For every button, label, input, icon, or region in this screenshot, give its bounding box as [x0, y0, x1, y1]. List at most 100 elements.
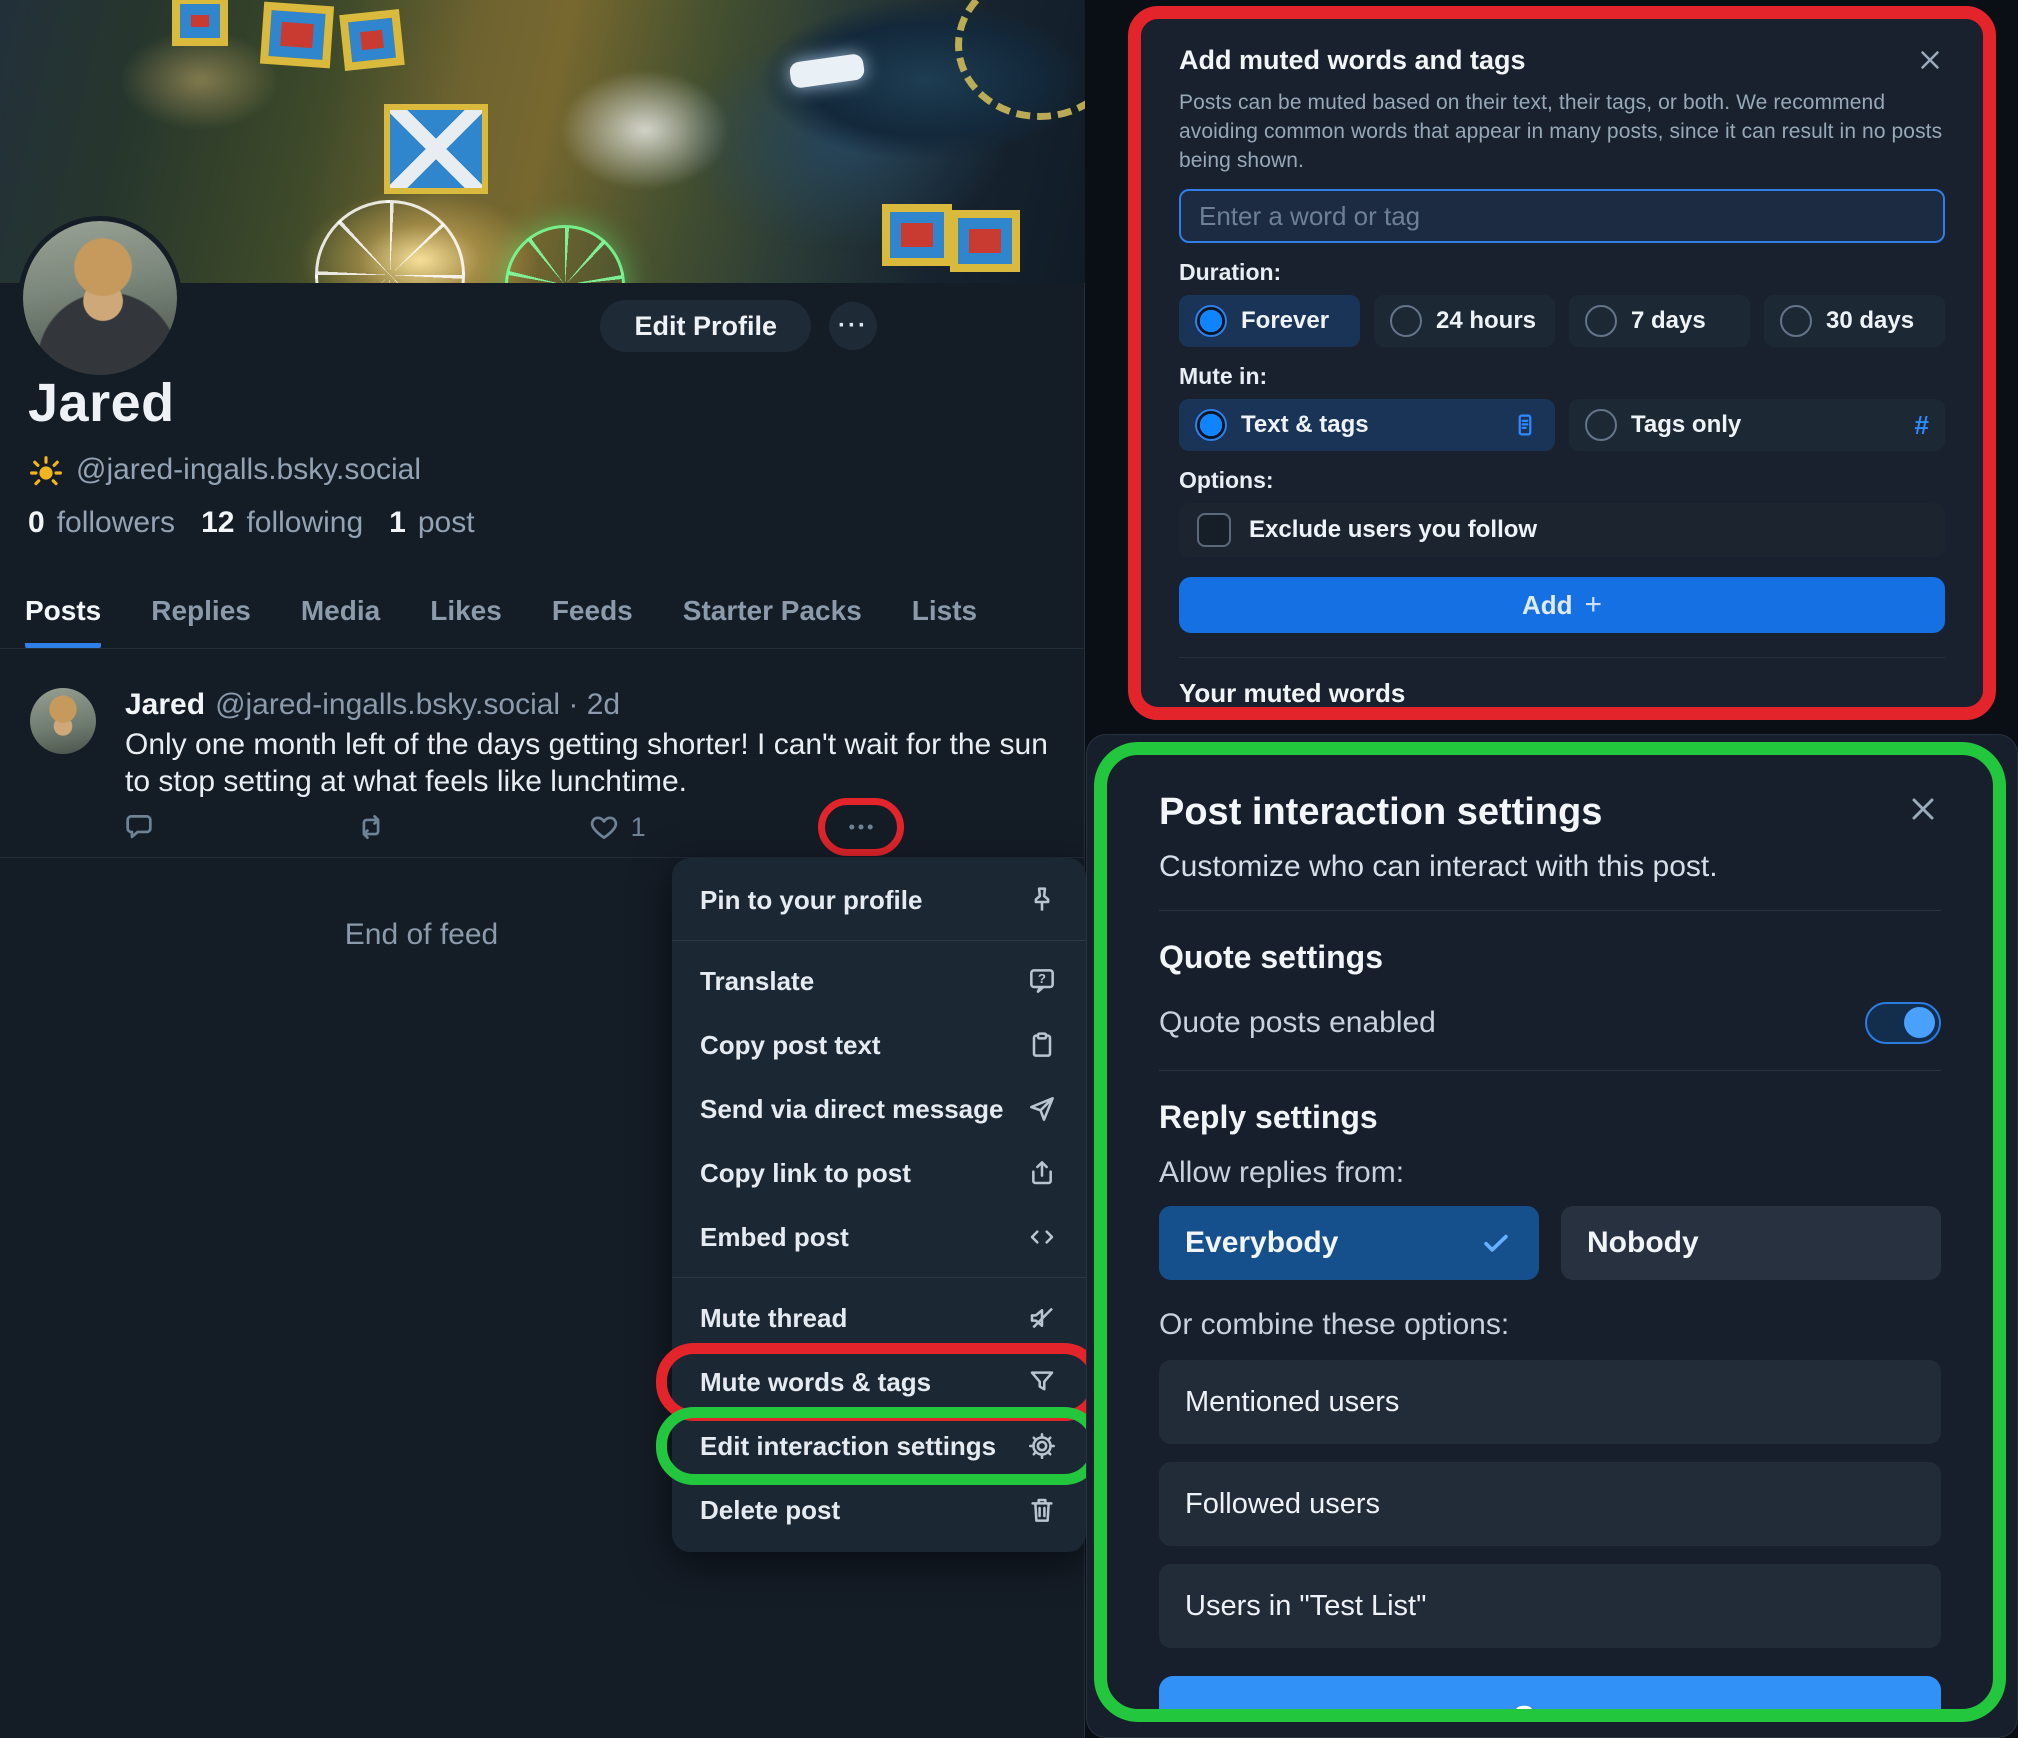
your-muted-words-title: Your muted words — [1179, 678, 1945, 709]
tab-starter-packs[interactable]: Starter Packs — [683, 595, 862, 648]
tab-posts[interactable]: Posts — [25, 595, 101, 648]
tab-replies[interactable]: Replies — [151, 595, 251, 648]
radio-icon — [1390, 305, 1422, 337]
exclude-follows-label: Exclude users you follow — [1249, 516, 1537, 544]
heart-icon — [587, 810, 621, 844]
share-icon — [1026, 1157, 1058, 1189]
followers-count[interactable]: 0 — [28, 506, 45, 540]
duration-24-hours[interactable]: 24 hours — [1374, 295, 1555, 347]
allow-replies-label: Allow replies from: — [1159, 1156, 1941, 1190]
duration-30-days[interactable]: 30 days — [1764, 295, 1945, 347]
mute-in-label: Mute in: — [1179, 363, 1945, 390]
menu-item-copy-post-text[interactable]: Copy post text — [672, 1013, 1086, 1077]
tab-lists[interactable]: Lists — [912, 595, 977, 648]
menu-item-copy-link[interactable]: Copy link to post — [672, 1141, 1086, 1205]
menu-label: Embed post — [700, 1222, 849, 1253]
pill-label: 30 days — [1826, 307, 1914, 335]
quote-posts-row: Quote posts enabled — [1159, 1002, 1941, 1044]
combine-options-label: Or combine these options: — [1159, 1308, 1941, 1342]
pill-label: Tags only — [1631, 411, 1741, 439]
profile-avatar[interactable] — [18, 216, 182, 380]
menu-item-mute-thread[interactable]: Mute thread — [672, 1286, 1086, 1350]
reply-button[interactable] — [122, 810, 156, 844]
nobody-label: Nobody — [1587, 1226, 1699, 1260]
dialog-title: Add muted words and tags — [1179, 45, 1526, 76]
radio-selected-icon — [1195, 409, 1227, 441]
posts-count: 1 — [389, 506, 406, 540]
banner-tent — [348, 18, 396, 62]
profile-handle-row: @jared-ingalls.bsky.social — [28, 452, 421, 488]
dialog-title: Post interaction settings — [1159, 791, 1602, 834]
post-author-avatar[interactable] — [30, 688, 96, 754]
plus-icon: + — [1585, 588, 1603, 622]
profile-actions: Edit Profile ··· — [600, 300, 877, 352]
duration-options: Forever 24 hours 7 days 30 days — [1179, 295, 1945, 347]
duration-label: Duration: — [1179, 259, 1945, 286]
followers-label[interactable]: followers — [57, 506, 175, 540]
add-muted-words-dialog: Add muted words and tags Posts can be mu… — [1128, 6, 1996, 720]
menu-item-translate[interactable]: Translate ? — [672, 949, 1086, 1013]
dialog-divider — [1159, 910, 1941, 911]
banner-tent — [180, 4, 220, 38]
edit-profile-button[interactable]: Edit Profile — [600, 300, 811, 352]
mute-in-tags-only[interactable]: Tags only # — [1569, 399, 1945, 451]
post-context-menu: Pin to your profile Translate ? Copy pos… — [672, 858, 1086, 1552]
menu-item-delete-post[interactable]: Delete post — [672, 1478, 1086, 1542]
mute-in-text-and-tags[interactable]: Text & tags — [1179, 399, 1555, 451]
replies-everybody-button[interactable]: Everybody — [1159, 1206, 1539, 1280]
post-author-name[interactable]: Jared — [125, 688, 205, 722]
repost-button[interactable] — [354, 810, 388, 844]
duration-7-days[interactable]: 7 days — [1569, 295, 1750, 347]
following-count[interactable]: 12 — [201, 506, 234, 540]
profile-more-button[interactable]: ··· — [829, 302, 877, 350]
tab-likes[interactable]: Likes — [430, 595, 502, 648]
ellipsis-icon — [844, 810, 878, 844]
option-mentioned-users[interactable]: Mentioned users — [1159, 1360, 1941, 1444]
quote-posts-toggle-on[interactable] — [1865, 1002, 1941, 1044]
replies-nobody-button[interactable]: Nobody — [1561, 1206, 1941, 1280]
code-icon — [1026, 1221, 1058, 1253]
menu-item-embed-post[interactable]: Embed post — [672, 1205, 1086, 1269]
everybody-label: Everybody — [1185, 1226, 1338, 1260]
following-label[interactable]: following — [246, 506, 363, 540]
close-button[interactable] — [1915, 45, 1945, 80]
save-button[interactable]: Save — [1159, 1676, 1941, 1722]
profile-stats: 0 followers 12 following 1 post — [28, 506, 489, 540]
option-users-in-test-list[interactable]: Users in "Test List" — [1159, 1564, 1941, 1648]
dialog-description: Posts can be muted based on their text, … — [1179, 88, 1945, 175]
menu-item-edit-interaction-settings[interactable]: Edit interaction settings — [672, 1414, 1086, 1478]
tab-media[interactable]: Media — [301, 595, 380, 648]
like-count: 1 — [631, 812, 646, 843]
filter-funnel-icon — [1026, 1366, 1058, 1398]
pill-label: Text & tags — [1241, 411, 1369, 439]
menu-label: Translate — [700, 966, 814, 997]
post-text: Only one month left of the days getting … — [125, 726, 1060, 800]
check-icon — [1479, 1226, 1513, 1260]
mute-in-options: Text & tags Tags only # — [1179, 399, 1945, 451]
pill-label: 7 days — [1631, 307, 1706, 335]
close-icon — [1905, 791, 1941, 827]
close-button[interactable] — [1905, 791, 1941, 832]
exclude-follows-option[interactable]: Exclude users you follow — [1179, 503, 1945, 557]
add-muted-word-button[interactable]: Add + — [1179, 577, 1945, 633]
close-icon — [1915, 45, 1945, 75]
option-followed-users[interactable]: Followed users — [1159, 1462, 1941, 1546]
like-button[interactable]: 1 — [587, 810, 646, 844]
muted-word-input[interactable] — [1179, 189, 1945, 243]
radio-selected-icon — [1195, 305, 1227, 337]
checkbox-unchecked-icon[interactable] — [1197, 513, 1231, 547]
menu-item-pin-to-profile[interactable]: Pin to your profile — [672, 868, 1086, 932]
sun-badge-icon — [28, 452, 64, 488]
menu-label: Delete post — [700, 1495, 840, 1526]
options-label: Options: — [1179, 467, 1945, 494]
duration-forever[interactable]: Forever — [1179, 295, 1360, 347]
post-more-button[interactable] — [844, 810, 878, 844]
post-header: Jared @jared-ingalls.bsky.social · 2d — [125, 688, 620, 722]
radio-icon — [1780, 305, 1812, 337]
menu-item-send-dm[interactable]: Send via direct message — [672, 1077, 1086, 1141]
dialog-subtitle: Customize who can interact with this pos… — [1159, 850, 1941, 884]
menu-item-mute-words-tags[interactable]: Mute words & tags — [672, 1350, 1086, 1414]
feed-post[interactable]: Jared @jared-ingalls.bsky.social · 2d On… — [0, 660, 1085, 858]
tab-feeds[interactable]: Feeds — [552, 595, 633, 648]
banner-x-tent — [390, 110, 482, 188]
